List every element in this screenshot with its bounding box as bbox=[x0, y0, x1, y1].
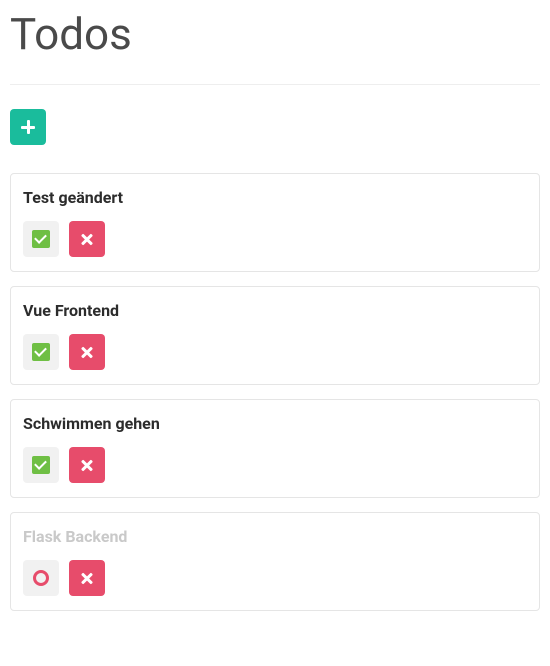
add-section bbox=[10, 109, 540, 145]
close-icon bbox=[80, 345, 94, 359]
close-icon bbox=[80, 571, 94, 585]
plus-icon bbox=[21, 120, 35, 134]
toggle-done-button[interactable] bbox=[23, 334, 59, 370]
toggle-done-button[interactable] bbox=[23, 560, 59, 596]
close-icon bbox=[80, 232, 94, 246]
delete-button[interactable] bbox=[69, 221, 105, 257]
todo-card: Flask Backend bbox=[10, 512, 540, 611]
todo-card: Test geändert bbox=[10, 173, 540, 272]
todo-card: Schwimmen gehen bbox=[10, 399, 540, 498]
check-icon bbox=[32, 230, 50, 248]
delete-button[interactable] bbox=[69, 447, 105, 483]
toggle-done-button[interactable] bbox=[23, 221, 59, 257]
todo-title: Flask Backend bbox=[23, 527, 527, 546]
delete-button[interactable] bbox=[69, 334, 105, 370]
todo-title: Schwimmen gehen bbox=[23, 414, 527, 433]
add-todo-button[interactable] bbox=[10, 109, 46, 145]
todo-card: Vue Frontend bbox=[10, 286, 540, 385]
toggle-done-button[interactable] bbox=[23, 447, 59, 483]
circle-icon bbox=[33, 570, 49, 586]
todo-list: Test geändert Vue Frontend Schwimmen geh… bbox=[10, 173, 540, 611]
check-icon bbox=[32, 456, 50, 474]
divider bbox=[10, 84, 540, 85]
todo-title: Vue Frontend bbox=[23, 301, 527, 320]
todo-actions bbox=[23, 560, 527, 596]
delete-button[interactable] bbox=[69, 560, 105, 596]
check-icon bbox=[32, 343, 50, 361]
todo-actions bbox=[23, 334, 527, 370]
todo-actions bbox=[23, 221, 527, 257]
page-title: Todos bbox=[10, 8, 540, 60]
close-icon bbox=[80, 458, 94, 472]
todo-actions bbox=[23, 447, 527, 483]
todo-title: Test geändert bbox=[23, 188, 527, 207]
